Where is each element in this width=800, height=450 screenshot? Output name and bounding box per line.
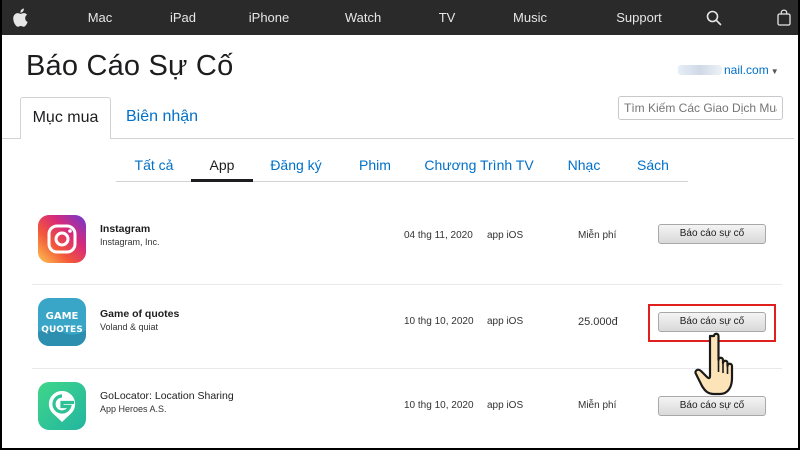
subtab-music[interactable]: Nhạc	[568, 157, 601, 173]
chevron-down-icon: ▼	[770, 67, 779, 76]
purchase-type: app iOS	[487, 316, 524, 327]
row-divider	[32, 368, 782, 369]
app-name: Instagram	[100, 223, 151, 235]
tab-divider	[110, 138, 794, 139]
search-icon[interactable]	[706, 10, 722, 26]
nav-item-mac[interactable]: Mac	[88, 0, 113, 35]
purchase-price: 25.000đ	[578, 316, 618, 328]
app-developer: Instagram, Inc.	[100, 237, 160, 247]
icon-text-bottom: QUOTES	[41, 325, 82, 335]
icon-text-top: GAME	[46, 311, 79, 322]
tab-divider-left	[2, 138, 20, 139]
account-menu[interactable]: nail.com ▼	[678, 63, 779, 77]
game-of-quotes-icon: GAME QUOTES	[38, 298, 86, 346]
subtab-all[interactable]: Tất cả	[135, 157, 174, 173]
purchase-date: 04 thg 11, 2020	[404, 230, 473, 241]
purchase-type: app iOS	[487, 230, 524, 241]
nav-item-tv[interactable]: TV	[439, 0, 456, 35]
nav-item-iphone[interactable]: iPhone	[249, 0, 289, 35]
active-tab-indicator	[191, 179, 253, 182]
nav-item-watch[interactable]: Watch	[345, 0, 381, 35]
purchase-date: 10 thg 10, 2020	[404, 316, 474, 327]
search-input[interactable]	[618, 96, 783, 120]
app-developer: App Heroes A.S.	[100, 404, 167, 414]
purchase-date: 10 thg 10, 2020	[404, 400, 474, 411]
purchase-price: Miễn phí	[578, 400, 617, 411]
account-email: nail.com	[724, 63, 769, 77]
app-name: GoLocator: Location Sharing	[100, 390, 234, 402]
list-item: GoLocator: Location Sharing App Heroes A…	[32, 382, 782, 448]
subtab-app[interactable]: App	[210, 157, 235, 173]
purchase-price: Miễn phí	[578, 230, 617, 241]
apple-logo-icon[interactable]	[12, 8, 28, 27]
subtab-tv-shows[interactable]: Chương Trình TV	[424, 157, 533, 173]
subtab-movies[interactable]: Phim	[359, 157, 391, 173]
pointer-hand-icon	[694, 332, 734, 396]
nav-item-ipad[interactable]: iPad	[170, 0, 196, 35]
row-divider	[32, 284, 782, 285]
subtab-books[interactable]: Sách	[637, 157, 669, 173]
report-problem-button[interactable]: Báo cáo sự cố	[658, 224, 766, 244]
golocator-icon	[38, 382, 86, 430]
app-name: Game of quotes	[100, 308, 180, 320]
account-email-redacted	[678, 65, 722, 75]
tab-purchases-label: Mục mua	[32, 109, 99, 126]
list-item: Instagram Instagram, Inc. 04 thg 11, 202…	[32, 215, 782, 295]
category-tabs: Tất cả App Đăng ký Phim Chương Trình TV …	[116, 152, 688, 182]
purchase-type: app iOS	[487, 400, 524, 411]
nav-item-support[interactable]: Support	[616, 0, 662, 35]
tab-receipts[interactable]: Biên nhận	[126, 108, 198, 126]
bag-icon[interactable]	[777, 9, 791, 26]
subtab-subscriptions[interactable]: Đăng ký	[270, 157, 321, 173]
instagram-icon	[38, 215, 86, 263]
app-frame: Mac iPad iPhone Watch TV Music Support B…	[2, 0, 798, 448]
global-nav: Mac iPad iPhone Watch TV Music Support	[2, 0, 798, 35]
app-developer: Voland & quiat	[100, 322, 159, 332]
page-title: Báo Cáo Sự Cố	[26, 50, 234, 82]
tab-purchases[interactable]: Mục mua	[20, 97, 111, 139]
nav-item-music[interactable]: Music	[513, 0, 547, 35]
